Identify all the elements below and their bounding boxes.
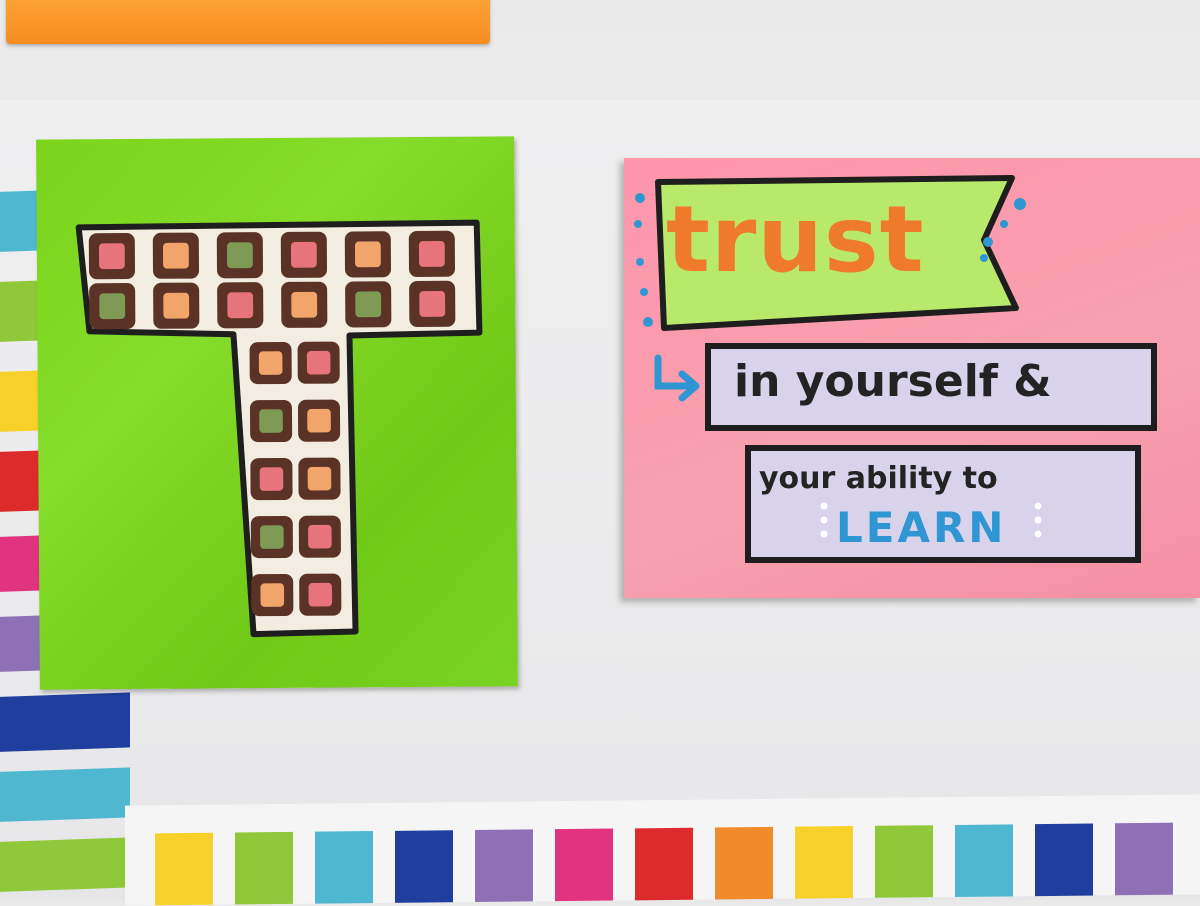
stripe — [0, 837, 130, 893]
t-tile — [298, 515, 341, 558]
t-tile — [89, 283, 136, 330]
color-bar — [795, 826, 853, 906]
quote-word-learn: LEARN — [836, 503, 1007, 552]
t-tile — [409, 280, 456, 328]
t-tile — [216, 232, 264, 279]
quote-word-trust: trust — [666, 186, 925, 293]
stripe — [0, 767, 130, 823]
t-tile — [408, 230, 455, 278]
t-tile — [153, 282, 200, 329]
t-tile — [298, 457, 341, 500]
bottom-color-bars — [125, 794, 1200, 906]
t-tile — [281, 281, 328, 328]
color-bar — [1115, 822, 1173, 904]
t-tile — [344, 231, 391, 278]
color-bar — [475, 829, 533, 906]
color-bar — [555, 828, 613, 906]
quote-canvas: trust in yourself & your ability to LEAR… — [624, 158, 1200, 598]
color-bar — [235, 831, 293, 906]
letter-t-canvas — [36, 136, 518, 690]
t-tile — [88, 233, 136, 280]
color-bar — [315, 831, 373, 906]
orange-canvas — [6, 0, 490, 44]
color-bar — [155, 832, 213, 906]
color-bar — [395, 830, 453, 906]
blue-dots-left — [634, 193, 653, 327]
quote-line-in-yourself: in yourself & — [734, 356, 1052, 407]
t-tile — [249, 341, 292, 385]
t-tile — [250, 515, 293, 559]
quote-line-ability: your ability to — [759, 461, 998, 496]
t-tile — [251, 573, 294, 617]
color-bar — [955, 824, 1013, 905]
t-tile — [152, 232, 200, 279]
stripe — [0, 692, 130, 753]
color-bar — [875, 825, 933, 906]
color-bar — [715, 826, 773, 906]
color-bar — [1035, 823, 1093, 905]
t-tile — [250, 457, 293, 501]
letter-t-graphic — [75, 219, 483, 638]
t-tile — [280, 231, 328, 278]
t-tile — [217, 282, 264, 329]
t-tile — [299, 573, 342, 616]
color-bar — [635, 827, 693, 906]
t-tile — [297, 341, 340, 384]
t-tile — [297, 399, 341, 442]
t-tile — [345, 281, 392, 328]
t-tile — [249, 399, 293, 443]
